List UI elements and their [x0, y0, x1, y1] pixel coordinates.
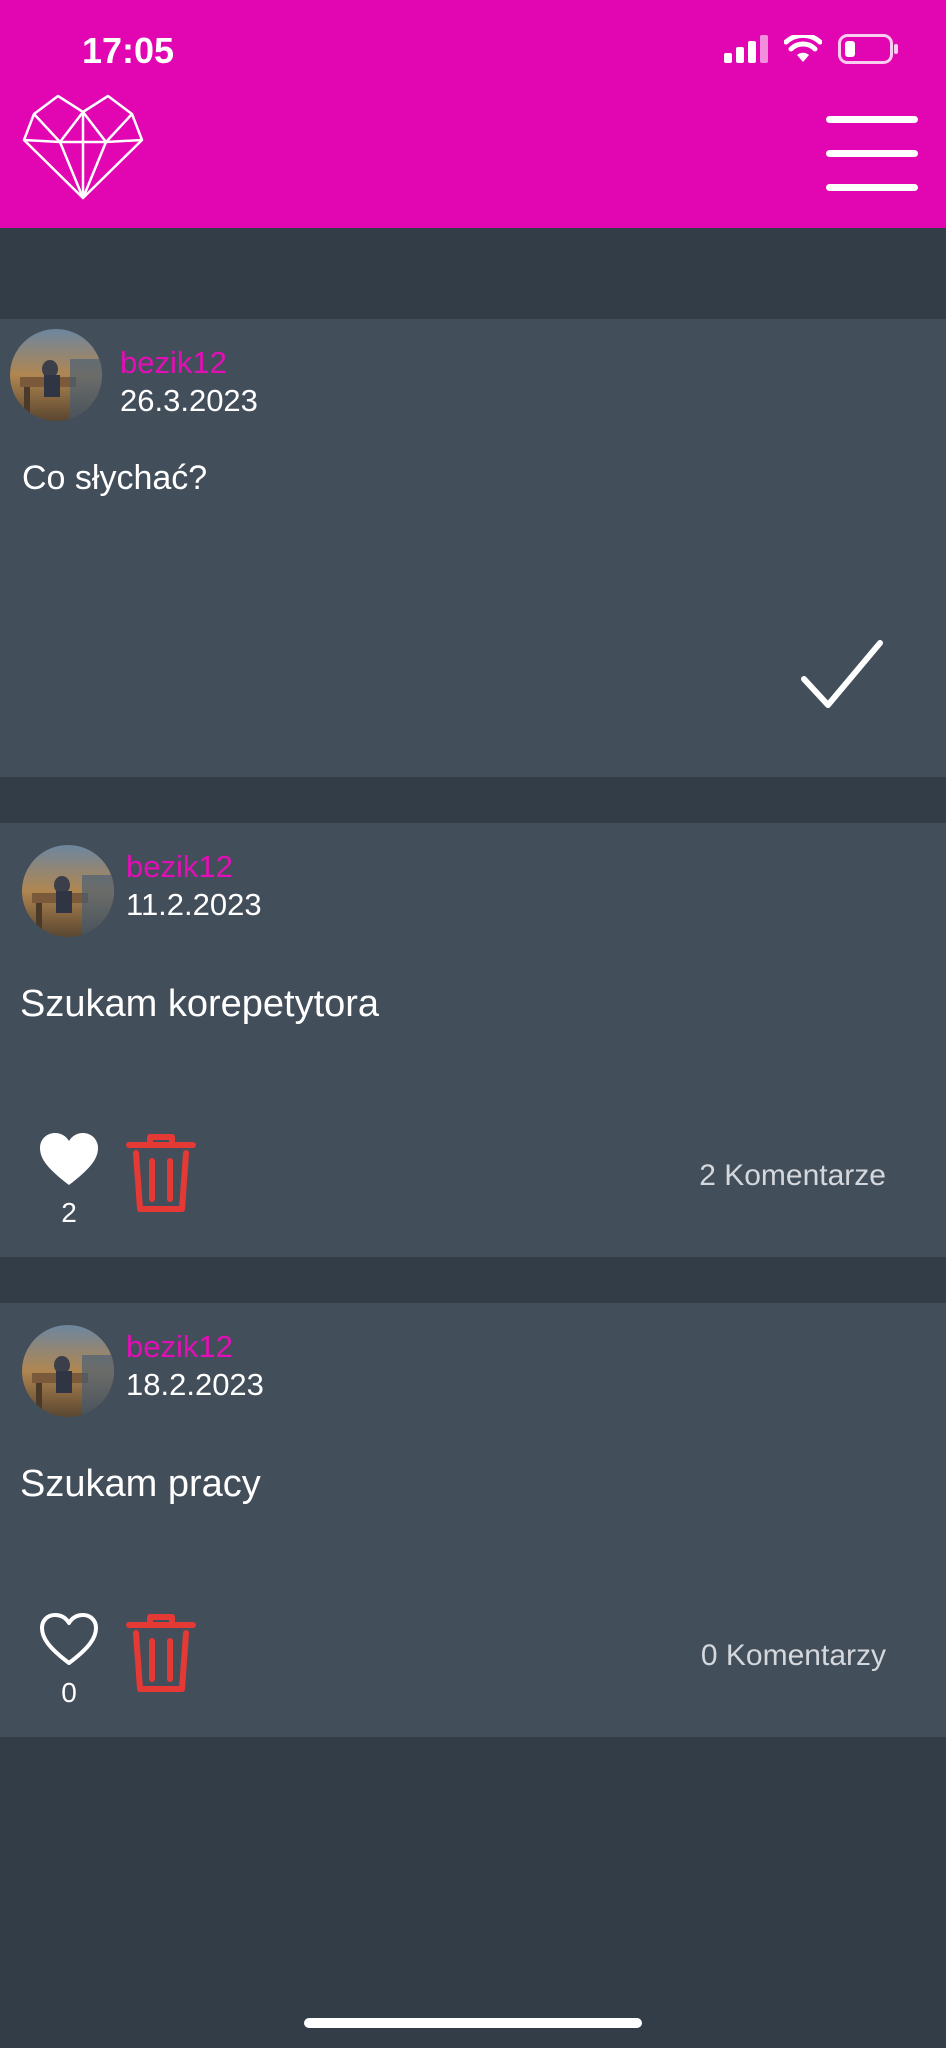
trash-icon[interactable] [126, 1133, 196, 1213]
home-indicator[interactable] [304, 2018, 642, 2028]
like-count: 0 [61, 1677, 77, 1708]
post-date: 11.2.2023 [126, 887, 262, 922]
wifi-icon [784, 35, 822, 62]
status-time: 17:05 [82, 30, 175, 71]
like-count: 2 [61, 1197, 77, 1228]
comments-link[interactable]: 0 Komentarzy [486, 1639, 886, 1673]
post-card: bezik12 26.3.2023 Co słychać? [0, 319, 946, 777]
battery-icon [838, 34, 898, 64]
post-date: 26.3.2023 [120, 383, 258, 418]
status-icons [724, 34, 898, 64]
comments-link[interactable]: 2 Komentarze [486, 1159, 886, 1193]
post-username[interactable]: bezik12 [126, 1329, 233, 1365]
app-header: 17:05 [0, 0, 946, 228]
post-card: bezik12 11.2.2023 Szukam korepetytora 2 … [0, 823, 946, 1257]
menu-line [826, 116, 918, 123]
avatar[interactable] [22, 1325, 114, 1417]
menu-line [826, 184, 918, 191]
post-date: 18.2.2023 [126, 1367, 264, 1402]
hamburger-menu-button[interactable] [826, 116, 918, 192]
post-username[interactable]: bezik12 [120, 345, 227, 381]
post-text: Szukam pracy [20, 1463, 261, 1505]
trash-icon[interactable] [126, 1613, 196, 1693]
cellular-signal-icon [724, 35, 768, 63]
post-text: Co słychać? [22, 459, 208, 497]
heart-filled-icon[interactable] [38, 1131, 100, 1187]
post-text: Szukam korepetytora [20, 983, 380, 1025]
post-card: bezik12 18.2.2023 Szukam pracy 0 0 Komen… [0, 1303, 946, 1737]
avatar[interactable] [10, 329, 102, 421]
heart-outline-icon[interactable] [38, 1611, 100, 1667]
post-username[interactable]: bezik12 [126, 849, 233, 885]
checkmark-icon[interactable] [800, 639, 884, 711]
menu-line [826, 150, 918, 157]
avatar[interactable] [22, 845, 114, 937]
geometric-heart-logo-icon[interactable] [20, 94, 146, 200]
